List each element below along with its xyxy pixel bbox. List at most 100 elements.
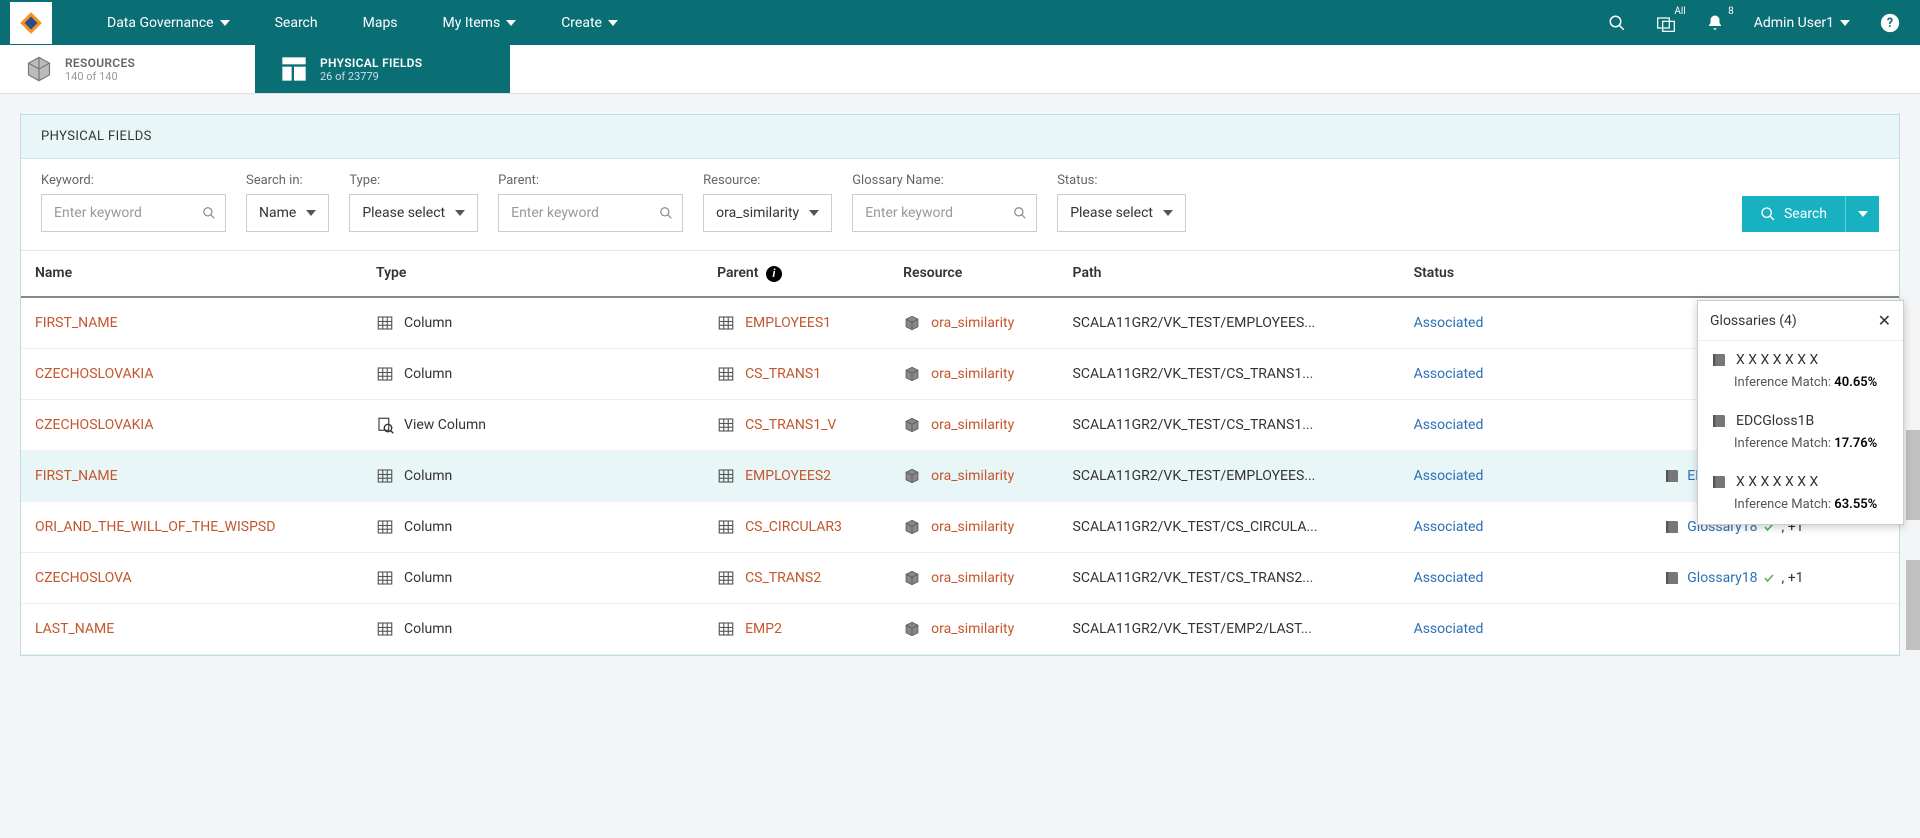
path-cell: SCALA11GR2/VK_TEST/CS_TRANS2... bbox=[1059, 552, 1400, 603]
name-link[interactable]: CZECHOSLOVA bbox=[35, 570, 132, 586]
search-button[interactable]: Search bbox=[1742, 196, 1845, 232]
svg-text:?: ? bbox=[1887, 16, 1893, 31]
table-icon bbox=[717, 416, 735, 434]
resource-link[interactable]: ora_similarity bbox=[931, 621, 1014, 637]
col-head-parent[interactable]: Parent i bbox=[703, 251, 889, 297]
col-head-type[interactable]: Type bbox=[362, 251, 703, 297]
table-row[interactable]: FIRST_NAME Column EMPLOYEES1 ora_similar… bbox=[21, 297, 1899, 349]
parent-input[interactable] bbox=[498, 194, 683, 232]
status-link[interactable]: Associated bbox=[1414, 315, 1484, 331]
nav-label: Search bbox=[275, 15, 318, 31]
resource-link[interactable]: ora_similarity bbox=[931, 315, 1014, 331]
name-link[interactable]: LAST_NAME bbox=[35, 621, 114, 637]
status-link[interactable]: Associated bbox=[1414, 417, 1484, 433]
user-menu[interactable]: Admin User1 bbox=[1754, 15, 1850, 31]
glossary-input[interactable] bbox=[852, 194, 1037, 232]
cube-icon bbox=[903, 620, 921, 638]
glossary-item[interactable]: X X X X X X X Inference Match: 63.55% bbox=[1698, 463, 1903, 524]
resource-link[interactable]: ora_similarity bbox=[931, 417, 1014, 433]
table-row[interactable]: CZECHOSLOVAKIA View Column CS_TRANS1_V o… bbox=[21, 399, 1899, 450]
parent-link[interactable]: CS_TRANS2 bbox=[745, 570, 821, 586]
search-dropdown[interactable] bbox=[1845, 196, 1879, 232]
nav-search[interactable]: Search bbox=[275, 15, 318, 31]
status-link[interactable]: Associated bbox=[1414, 621, 1484, 637]
inference-label: Inference Match: bbox=[1734, 497, 1831, 512]
nav-data-governance[interactable]: Data Governance bbox=[107, 15, 230, 31]
table-row[interactable]: LAST_NAME Column EMP2 ora_similarity SCA… bbox=[21, 603, 1899, 654]
path-cell: SCALA11GR2/VK_TEST/EMPLOYEES... bbox=[1059, 450, 1400, 501]
select-value: Please select bbox=[362, 205, 445, 221]
status-link[interactable]: Associated bbox=[1414, 570, 1484, 586]
inference-pct: 17.76% bbox=[1834, 436, 1877, 451]
name-link[interactable]: FIRST_NAME bbox=[35, 468, 118, 484]
info-icon[interactable]: i bbox=[766, 266, 782, 282]
parent-link[interactable]: CS_CIRCULAR3 bbox=[745, 519, 842, 535]
app-logo[interactable] bbox=[10, 2, 52, 44]
resource-link[interactable]: ora_similarity bbox=[931, 570, 1014, 586]
parent-link[interactable]: EMPLOYEES2 bbox=[745, 468, 831, 484]
name-link[interactable]: CZECHOSLOVAKIA bbox=[35, 366, 153, 382]
scrollbar-thumb[interactable] bbox=[1906, 430, 1920, 520]
inference-pct: 63.55% bbox=[1834, 497, 1877, 512]
col-head-resource[interactable]: Resource bbox=[889, 251, 1058, 297]
tab-subtitle: 140 of 140 bbox=[65, 70, 135, 83]
nav-create[interactable]: Create bbox=[561, 15, 618, 31]
inference-label: Inference Match: bbox=[1734, 436, 1831, 451]
col-head-name[interactable]: Name bbox=[21, 251, 362, 297]
close-icon[interactable]: ✕ bbox=[1878, 311, 1891, 330]
table-icon bbox=[717, 314, 735, 332]
tab-resources[interactable]: RESOURCES 140 of 140 bbox=[0, 45, 255, 93]
nav-items: Data Governance Search Maps My Items Cre… bbox=[107, 15, 618, 31]
status-link[interactable]: Associated bbox=[1414, 366, 1484, 382]
col-head-status[interactable]: Status bbox=[1400, 251, 1650, 297]
tab-title: PHYSICAL FIELDS bbox=[320, 56, 422, 70]
table-row[interactable]: ORI_AND_THE_WILL_OF_THE_WISPSD Column CS… bbox=[21, 501, 1899, 552]
searchin-select[interactable]: Name bbox=[246, 194, 329, 232]
cube-icon bbox=[903, 416, 921, 434]
bell-icon[interactable]: 8 bbox=[1706, 14, 1724, 32]
resource-link[interactable]: ora_similarity bbox=[931, 468, 1014, 484]
name-link[interactable]: FIRST_NAME bbox=[35, 315, 118, 331]
filter-label-glossary: Glossary Name: bbox=[852, 173, 1037, 188]
resource-link[interactable]: ora_similarity bbox=[931, 519, 1014, 535]
col-head-path[interactable]: Path bbox=[1059, 251, 1400, 297]
parent-link[interactable]: EMPLOYEES1 bbox=[745, 315, 831, 331]
nav-my-items[interactable]: My Items bbox=[443, 15, 517, 31]
badge-count: 8 bbox=[1728, 6, 1734, 17]
search-icon bbox=[1760, 206, 1776, 222]
name-link[interactable]: ORI_AND_THE_WILL_OF_THE_WISPSD bbox=[35, 519, 275, 535]
task-icon[interactable]: All bbox=[1656, 14, 1676, 32]
table-row[interactable]: CZECHOSLOVA Column CS_TRANS2 ora_similar… bbox=[21, 552, 1899, 603]
popover-body[interactable]: X X X X X X X Inference Match: 40.65%EDC… bbox=[1698, 341, 1903, 524]
table-icon bbox=[717, 518, 735, 536]
glossary-link[interactable]: Glossary18 bbox=[1687, 570, 1757, 586]
scrollbar-thumb[interactable] bbox=[1906, 560, 1920, 650]
search-icon[interactable] bbox=[659, 206, 673, 220]
status-link[interactable]: Associated bbox=[1414, 468, 1484, 484]
resource-select[interactable]: ora_similarity bbox=[703, 194, 832, 232]
path-cell: SCALA11GR2/VK_TEST/CS_TRANS1... bbox=[1059, 348, 1400, 399]
status-select[interactable]: Please select bbox=[1057, 194, 1186, 232]
tab-physical-fields[interactable]: PHYSICAL FIELDS 26 of 23779 bbox=[255, 45, 510, 93]
keyword-input[interactable] bbox=[41, 194, 226, 232]
search-icon[interactable] bbox=[202, 206, 216, 220]
parent-link[interactable]: CS_TRANS1 bbox=[745, 366, 821, 382]
parent-link[interactable]: EMP2 bbox=[745, 621, 782, 637]
table-row[interactable]: FIRST_NAME Column EMPLOYEES2 ora_similar… bbox=[21, 450, 1899, 501]
status-link[interactable]: Associated bbox=[1414, 519, 1484, 535]
table-row[interactable]: CZECHOSLOVAKIA Column CS_TRANS1 ora_simi… bbox=[21, 348, 1899, 399]
glossary-item[interactable]: EDCGloss1B Inference Match: 17.76% bbox=[1698, 402, 1903, 463]
parent-link[interactable]: CS_TRANS1_V bbox=[745, 417, 836, 433]
nav-maps[interactable]: Maps bbox=[363, 15, 398, 31]
type-label: View Column bbox=[404, 417, 486, 433]
resource-link[interactable]: ora_similarity bbox=[931, 366, 1014, 382]
search-icon[interactable] bbox=[1013, 206, 1027, 220]
tab-title: RESOURCES bbox=[65, 56, 135, 70]
table-icon bbox=[717, 569, 735, 587]
name-link[interactable]: CZECHOSLOVAKIA bbox=[35, 417, 153, 433]
type-select[interactable]: Please select bbox=[349, 194, 478, 232]
help-icon[interactable]: ? bbox=[1880, 13, 1900, 33]
global-search-icon[interactable] bbox=[1608, 14, 1626, 32]
glossary-item[interactable]: X X X X X X X Inference Match: 40.65% bbox=[1698, 341, 1903, 402]
table-icon bbox=[717, 365, 735, 383]
